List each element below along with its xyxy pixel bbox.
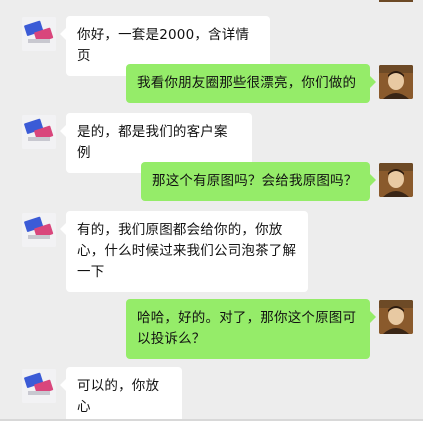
phone-mockup-avatar-icon: [22, 213, 56, 247]
message-bubble-incoming[interactable]: 可以的，你放心: [60, 367, 182, 421]
self-avatar-partial: [379, 0, 413, 2]
message-bubble-outgoing[interactable]: 我看你朋友圈那些很漂亮，你们做的: [126, 64, 376, 103]
portrait-avatar-icon: [379, 300, 413, 334]
contact-avatar[interactable]: [22, 213, 56, 247]
message-bubble-outgoing[interactable]: 哈哈，好的。对了，那你这个原图可以投诉么？: [126, 299, 376, 359]
phone-mockup-avatar-icon: [22, 17, 56, 51]
contact-avatar[interactable]: [22, 369, 56, 403]
self-avatar[interactable]: [379, 163, 413, 197]
self-avatar[interactable]: [379, 300, 413, 334]
portrait-avatar-icon: [379, 65, 413, 99]
self-avatar[interactable]: [379, 65, 413, 99]
contact-avatar[interactable]: [22, 115, 56, 149]
phone-mockup-avatar-icon: [22, 115, 56, 149]
phone-mockup-avatar-icon: [22, 369, 56, 403]
message-bubble-outgoing[interactable]: 那这个有原图吗？会给我原图吗？: [141, 162, 376, 201]
contact-avatar[interactable]: [22, 17, 56, 51]
portrait-avatar-icon: [379, 163, 413, 197]
chat-view: 你好，一套是2000，含详情页 我看你朋友圈那些很漂亮，你们做的 是的，都是我们…: [0, 0, 423, 421]
message-bubble-incoming[interactable]: 有的，我们原图都会给你的，你放心，什么时候过来我们公司泡茶了解一下: [60, 211, 308, 292]
